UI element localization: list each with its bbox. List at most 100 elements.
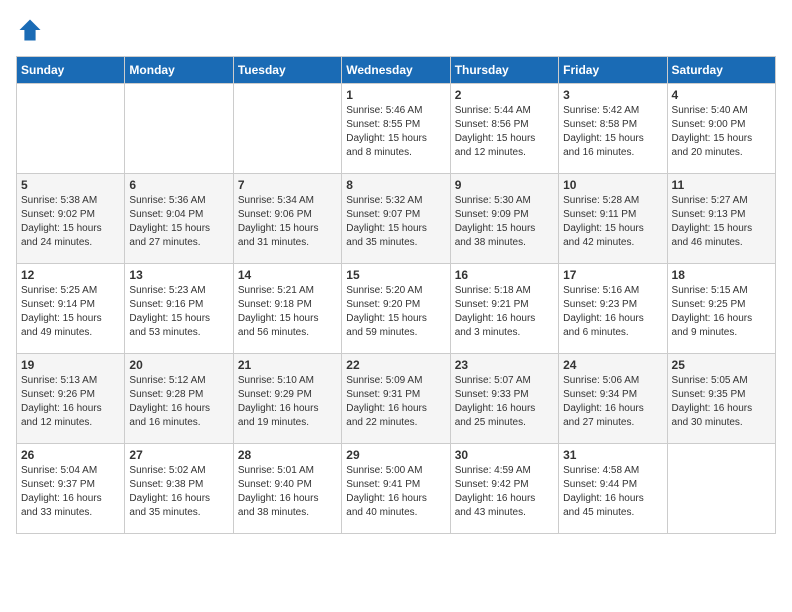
week-row-5: 26 Sunrise: 5:04 AM Sunset: 9:37 PM Dayli… xyxy=(17,444,776,534)
day-cell-14: 14 Sunrise: 5:21 AM Sunset: 9:18 PM Dayli… xyxy=(233,264,341,354)
day-number: 6 xyxy=(129,178,228,192)
day-number: 11 xyxy=(672,178,771,192)
day-number: 10 xyxy=(563,178,662,192)
day-header-monday: Monday xyxy=(125,57,233,84)
day-info: Sunrise: 5:42 AM Sunset: 8:58 PM Dayligh… xyxy=(563,104,662,160)
day-number: 9 xyxy=(455,178,554,192)
day-info: Sunrise: 5:04 AM Sunset: 9:37 PM Dayligh… xyxy=(21,464,120,520)
day-number: 25 xyxy=(672,358,771,372)
day-info: Sunrise: 5:18 AM Sunset: 9:21 PM Dayligh… xyxy=(455,284,554,340)
day-cell-30: 30 Sunrise: 4:59 AM Sunset: 9:42 PM Dayli… xyxy=(450,444,558,534)
day-number: 30 xyxy=(455,448,554,462)
day-cell-8: 8 Sunrise: 5:32 AM Sunset: 9:07 PM Daylig… xyxy=(342,174,450,264)
day-cell-9: 9 Sunrise: 5:30 AM Sunset: 9:09 PM Daylig… xyxy=(450,174,558,264)
day-info: Sunrise: 5:07 AM Sunset: 9:33 PM Dayligh… xyxy=(455,374,554,430)
day-info: Sunrise: 5:32 AM Sunset: 9:07 PM Dayligh… xyxy=(346,194,445,250)
day-info: Sunrise: 5:12 AM Sunset: 9:28 PM Dayligh… xyxy=(129,374,228,430)
week-row-1: 1 Sunrise: 5:46 AM Sunset: 8:55 PM Daylig… xyxy=(17,84,776,174)
day-number: 5 xyxy=(21,178,120,192)
day-cell-29: 29 Sunrise: 5:00 AM Sunset: 9:41 PM Dayli… xyxy=(342,444,450,534)
day-number: 19 xyxy=(21,358,120,372)
day-number: 16 xyxy=(455,268,554,282)
day-info: Sunrise: 5:40 AM Sunset: 9:00 PM Dayligh… xyxy=(672,104,771,160)
day-header-sunday: Sunday xyxy=(17,57,125,84)
day-cell-22: 22 Sunrise: 5:09 AM Sunset: 9:31 PM Dayli… xyxy=(342,354,450,444)
day-info: Sunrise: 5:28 AM Sunset: 9:11 PM Dayligh… xyxy=(563,194,662,250)
day-number: 21 xyxy=(238,358,337,372)
day-number: 7 xyxy=(238,178,337,192)
day-number: 12 xyxy=(21,268,120,282)
day-cell-6: 6Sunrise: 5:36 AM Sunset: 9:04 PM Daylig… xyxy=(125,174,233,264)
day-number: 22 xyxy=(346,358,445,372)
day-info: Sunrise: 5:16 AM Sunset: 9:23 PM Dayligh… xyxy=(563,284,662,340)
week-row-3: 12 Sunrise: 5:25 AM Sunset: 9:14 PM Dayli… xyxy=(17,264,776,354)
day-number: 14 xyxy=(238,268,337,282)
day-cell-31: 31 Sunrise: 4:58 AM Sunset: 9:44 PM Dayli… xyxy=(559,444,667,534)
day-number: 27 xyxy=(129,448,228,462)
day-cell-12: 12 Sunrise: 5:25 AM Sunset: 9:14 PM Dayli… xyxy=(17,264,125,354)
day-cell-28: 28Sunrise: 5:01 AM Sunset: 9:40 PM Dayli… xyxy=(233,444,341,534)
day-header-saturday: Saturday xyxy=(667,57,775,84)
day-number: 29 xyxy=(346,448,445,462)
day-cell-11: 11 Sunrise: 5:27 AM Sunset: 9:13 PM Dayli… xyxy=(667,174,775,264)
day-info: Sunrise: 5:10 AM Sunset: 9:29 PM Dayligh… xyxy=(238,374,337,430)
day-info: Sunrise: 5:38 AM Sunset: 9:02 PM Dayligh… xyxy=(21,194,120,250)
day-cell-19: 19 Sunrise: 5:13 AM Sunset: 9:26 PM Dayli… xyxy=(17,354,125,444)
day-info: Sunrise: 5:44 AM Sunset: 8:56 PM Dayligh… xyxy=(455,104,554,160)
day-number: 8 xyxy=(346,178,445,192)
day-info: Sunrise: 5:30 AM Sunset: 9:09 PM Dayligh… xyxy=(455,194,554,250)
day-info: Sunrise: 5:01 AM Sunset: 9:40 PM Dayligh… xyxy=(238,464,337,520)
empty-cell xyxy=(17,84,125,174)
day-header-tuesday: Tuesday xyxy=(233,57,341,84)
logo-icon xyxy=(16,16,44,44)
day-header-wednesday: Wednesday xyxy=(342,57,450,84)
day-info: Sunrise: 5:46 AM Sunset: 8:55 PM Dayligh… xyxy=(346,104,445,160)
day-info: Sunrise: 4:59 AM Sunset: 9:42 PM Dayligh… xyxy=(455,464,554,520)
day-cell-7: 7 Sunrise: 5:34 AM Sunset: 9:06 PM Daylig… xyxy=(233,174,341,264)
day-cell-10: 10 Sunrise: 5:28 AM Sunset: 9:11 PM Dayli… xyxy=(559,174,667,264)
week-row-2: 5 Sunrise: 5:38 AM Sunset: 9:02 PM Daylig… xyxy=(17,174,776,264)
day-info: Sunrise: 5:21 AM Sunset: 9:18 PM Dayligh… xyxy=(238,284,337,340)
day-info: Sunrise: 5:00 AM Sunset: 9:41 PM Dayligh… xyxy=(346,464,445,520)
day-info: Sunrise: 5:13 AM Sunset: 9:26 PM Dayligh… xyxy=(21,374,120,430)
week-row-4: 19 Sunrise: 5:13 AM Sunset: 9:26 PM Dayli… xyxy=(17,354,776,444)
day-cell-26: 26 Sunrise: 5:04 AM Sunset: 9:37 PM Dayli… xyxy=(17,444,125,534)
day-info: Sunrise: 5:06 AM Sunset: 9:34 PM Dayligh… xyxy=(563,374,662,430)
calendar-table: SundayMondayTuesdayWednesdayThursdayFrid… xyxy=(16,56,776,534)
day-cell-17: 17 Sunrise: 5:16 AM Sunset: 9:23 PM Dayli… xyxy=(559,264,667,354)
day-info: Sunrise: 5:27 AM Sunset: 9:13 PM Dayligh… xyxy=(672,194,771,250)
day-number: 15 xyxy=(346,268,445,282)
day-info: Sunrise: 5:15 AM Sunset: 9:25 PM Dayligh… xyxy=(672,284,771,340)
day-cell-13: 13 Sunrise: 5:23 AM Sunset: 9:16 PM Dayli… xyxy=(125,264,233,354)
day-cell-18: 18 Sunrise: 5:15 AM Sunset: 9:25 PM Dayli… xyxy=(667,264,775,354)
day-info: Sunrise: 5:23 AM Sunset: 9:16 PM Dayligh… xyxy=(129,284,228,340)
day-cell-4: 4 Sunrise: 5:40 AM Sunset: 9:00 PM Daylig… xyxy=(667,84,775,174)
day-header-thursday: Thursday xyxy=(450,57,558,84)
day-info: Sunrise: 5:02 AM Sunset: 9:38 PM Dayligh… xyxy=(129,464,228,520)
day-cell-23: 23Sunrise: 5:07 AM Sunset: 9:33 PM Dayli… xyxy=(450,354,558,444)
day-cell-27: 27 Sunrise: 5:02 AM Sunset: 9:38 PM Dayli… xyxy=(125,444,233,534)
day-info: Sunrise: 5:09 AM Sunset: 9:31 PM Dayligh… xyxy=(346,374,445,430)
day-cell-25: 25 Sunrise: 5:05 AM Sunset: 9:35 PM Dayli… xyxy=(667,354,775,444)
day-info: Sunrise: 5:05 AM Sunset: 9:35 PM Dayligh… xyxy=(672,374,771,430)
day-cell-21: 21 Sunrise: 5:10 AM Sunset: 9:29 PM Dayli… xyxy=(233,354,341,444)
day-number: 31 xyxy=(563,448,662,462)
day-number: 1 xyxy=(346,88,445,102)
day-info: Sunrise: 5:25 AM Sunset: 9:14 PM Dayligh… xyxy=(21,284,120,340)
day-number: 26 xyxy=(21,448,120,462)
empty-cell xyxy=(667,444,775,534)
empty-cell xyxy=(125,84,233,174)
day-number: 17 xyxy=(563,268,662,282)
day-cell-24: 24Sunrise: 5:06 AM Sunset: 9:34 PM Dayli… xyxy=(559,354,667,444)
day-number: 3 xyxy=(563,88,662,102)
day-cell-2: 2Sunrise: 5:44 AM Sunset: 8:56 PM Daylig… xyxy=(450,84,558,174)
day-cell-3: 3 Sunrise: 5:42 AM Sunset: 8:58 PM Daylig… xyxy=(559,84,667,174)
day-number: 18 xyxy=(672,268,771,282)
day-cell-1: 1 Sunrise: 5:46 AM Sunset: 8:55 PM Daylig… xyxy=(342,84,450,174)
day-number: 13 xyxy=(129,268,228,282)
day-info: Sunrise: 5:34 AM Sunset: 9:06 PM Dayligh… xyxy=(238,194,337,250)
day-number: 4 xyxy=(672,88,771,102)
day-info: Sunrise: 4:58 AM Sunset: 9:44 PM Dayligh… xyxy=(563,464,662,520)
day-number: 20 xyxy=(129,358,228,372)
day-header-friday: Friday xyxy=(559,57,667,84)
